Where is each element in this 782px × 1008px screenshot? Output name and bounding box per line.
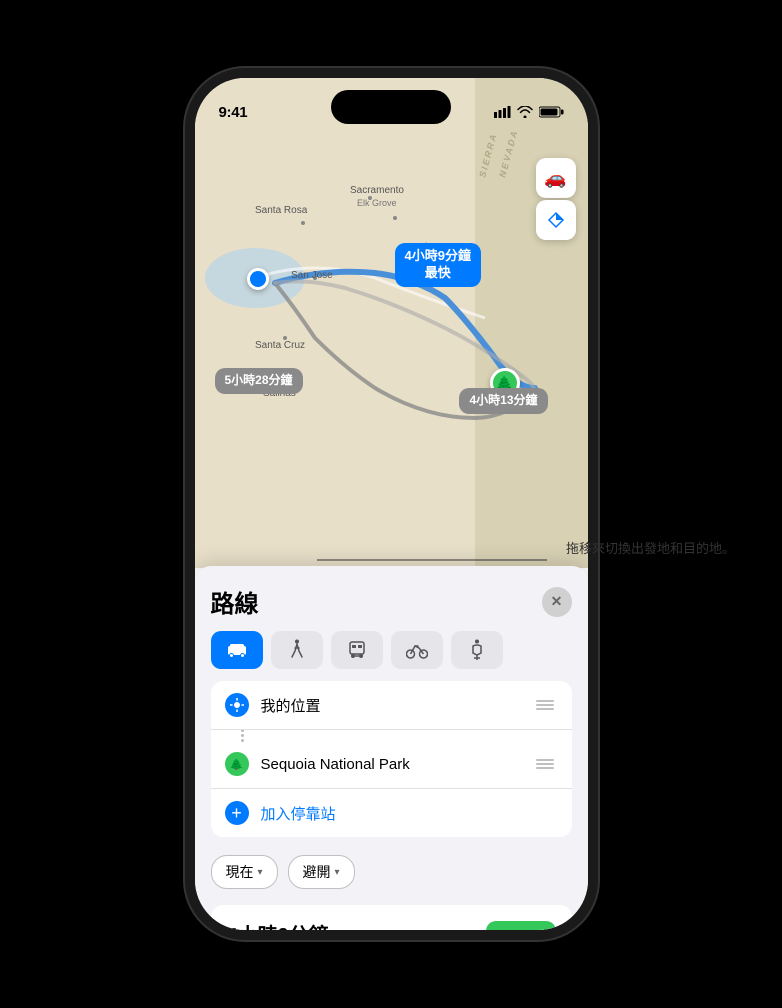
origin-row[interactable]: 我的位置: [211, 681, 572, 730]
close-button[interactable]: ✕: [542, 587, 572, 617]
svg-text:Elk Grove: Elk Grove: [357, 198, 397, 208]
tab-walk[interactable]: [271, 631, 323, 669]
origin-icon: [225, 693, 249, 717]
add-stop-text: 加入停靠站: [261, 803, 558, 824]
tab-rideshare[interactable]: [451, 631, 503, 669]
map-area: Santa Rosa Sacramento Elk Grove Stockton…: [195, 78, 588, 568]
time-option-button[interactable]: 現在 ▾: [211, 855, 278, 889]
dynamic-island: [331, 90, 451, 124]
car-map-button[interactable]: 🚗: [536, 158, 576, 198]
annotation-text: 拖移來切換出發地和目的地。: [562, 535, 752, 564]
bottom-sheet: 路線 ✕: [195, 566, 588, 930]
car-tab-icon: [226, 642, 248, 658]
walk-tab-icon: [288, 639, 306, 661]
locations-card: 我的位置 🌲: [211, 681, 572, 837]
destination-drag-handle[interactable]: [532, 755, 558, 773]
signal-icon: [494, 106, 511, 118]
destination-text: Sequoia National Park: [261, 756, 532, 773]
svg-text:Sacramento: Sacramento: [350, 185, 404, 196]
phone-frame: 9:41: [195, 78, 588, 930]
rideshare-tab-icon: [468, 639, 486, 661]
avoid-option-button[interactable]: 避開 ▾: [288, 855, 355, 889]
transit-tab-icon: [347, 640, 367, 660]
route2-time-bubble: 5小時28分鐘: [215, 368, 303, 394]
svg-text:Santa Cruz: Santa Cruz: [255, 340, 305, 351]
tab-drive[interactable]: [211, 631, 263, 669]
options-row: 現在 ▾ 避開 ▾: [195, 847, 588, 897]
sheet-header: 路線 ✕: [195, 566, 588, 631]
map-controls: 🚗: [536, 158, 576, 240]
status-time: 9:41: [219, 104, 248, 121]
destination-icon: 🌲: [225, 752, 249, 776]
origin-location-dot: [247, 268, 269, 290]
origin-text: 我的位置: [261, 695, 532, 716]
route-1-go-button[interactable]: 前往: [486, 921, 556, 930]
origin-drag-handle[interactable]: [532, 696, 558, 714]
route-1-duration: 4小時9分鐘: [227, 919, 334, 930]
svg-text:San Jose: San Jose: [291, 270, 333, 281]
avoid-chevron-icon: ▾: [335, 867, 340, 878]
add-stop-row[interactable]: + 加入停靠站: [211, 789, 572, 837]
add-stop-icon: +: [225, 801, 249, 825]
svg-text:Santa Rosa: Santa Rosa: [255, 205, 308, 216]
route-card-1: 4小時9分鐘 420 公里・最快路線 前往: [211, 905, 572, 930]
transport-tabs: [195, 631, 588, 669]
location-arrow-icon: [547, 211, 565, 229]
route-1-info: 4小時9分鐘 420 公里・最快路線: [227, 919, 334, 930]
wifi-icon: [517, 106, 533, 118]
bike-tab-icon: [406, 641, 428, 659]
tab-transit[interactable]: [331, 631, 383, 669]
fastest-time-bubble: 4小時9分鐘 最快: [395, 243, 481, 287]
destination-row[interactable]: 🌲 Sequoia National Park: [211, 740, 572, 789]
annotation-area: 拖移來切換出發地和目的地。: [542, 535, 752, 564]
time-chevron-icon: ▾: [258, 867, 263, 878]
location-icon: [230, 698, 244, 712]
battery-icon: [539, 106, 564, 118]
route3-time-bubble: 4小時13分鐘: [459, 388, 547, 414]
location-map-button[interactable]: [536, 200, 576, 240]
status-icons: [494, 106, 564, 118]
map-svg: Santa Rosa Sacramento Elk Grove Stockton…: [195, 78, 588, 568]
sheet-title: 路線: [211, 584, 259, 619]
tab-bike[interactable]: [391, 631, 443, 669]
